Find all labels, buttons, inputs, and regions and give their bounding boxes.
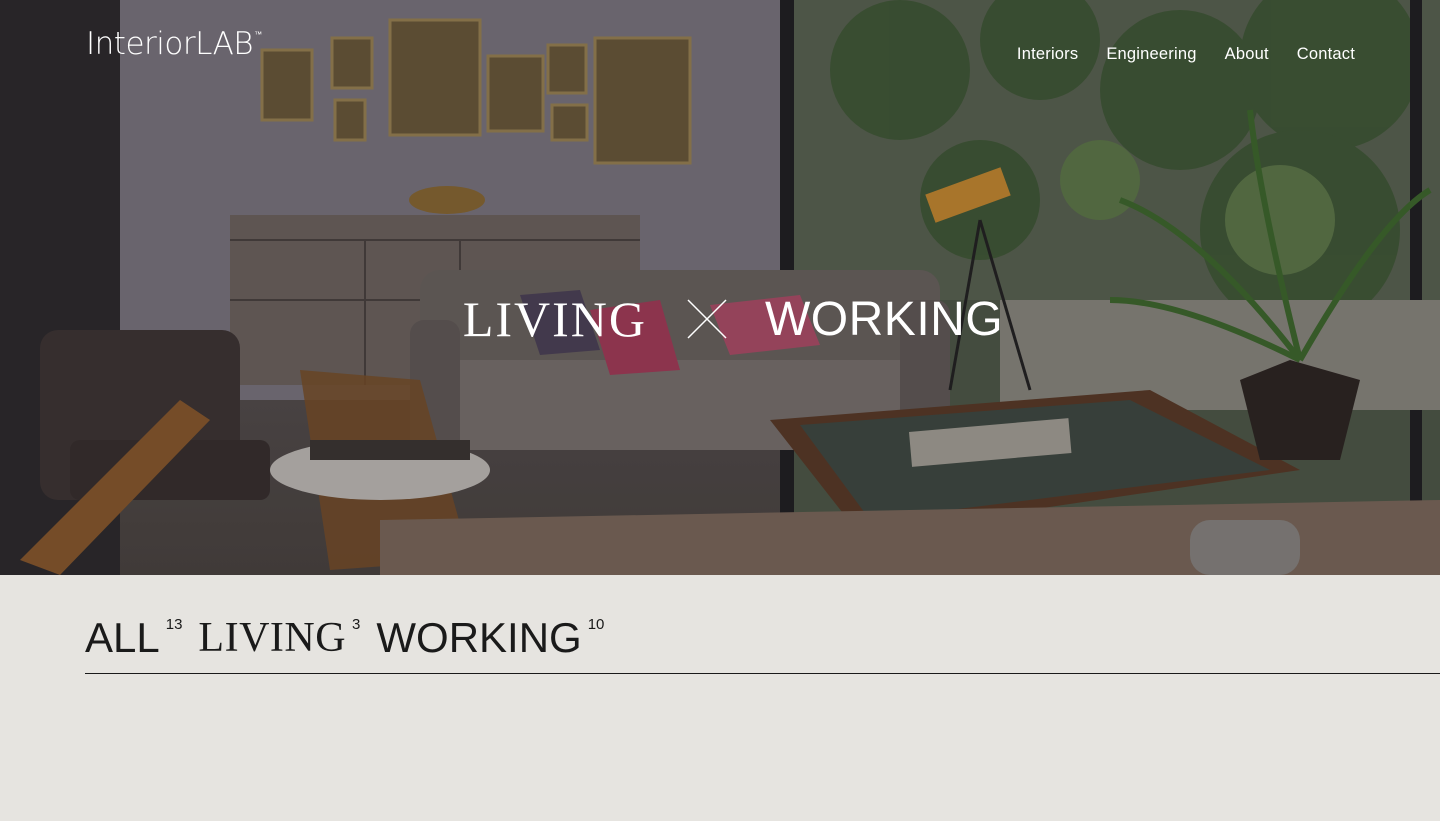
- trademark-mark: ™: [254, 30, 262, 39]
- hero-title-working: WORKING: [765, 292, 1004, 346]
- nav-link-about[interactable]: About: [1225, 45, 1269, 64]
- nav-link-engineering[interactable]: Engineering: [1106, 45, 1196, 64]
- hero-overlay: [0, 0, 1440, 575]
- x-cross-icon: [687, 299, 727, 339]
- filter-all-count: 13: [165, 616, 183, 633]
- filter-living-count: 3: [352, 616, 361, 633]
- nav-link-interiors[interactable]: Interiors: [1017, 45, 1078, 64]
- hero-title: LIVING WORKING: [0, 290, 1440, 348]
- filter-working-count: 10: [587, 616, 605, 633]
- filter-all-label: ALL: [85, 614, 160, 661]
- site-logo[interactable]: InteriorLAB™: [86, 26, 262, 62]
- filter-living[interactable]: LIVING 3: [198, 612, 360, 664]
- filter-living-label: LIVING: [198, 615, 347, 661]
- logo-text: InteriorLAB: [86, 26, 254, 62]
- filter-working-label: WORKING: [376, 614, 582, 661]
- main-nav: Interiors Engineering About Contact: [1017, 45, 1355, 64]
- filter-divider: [85, 673, 1440, 674]
- filter-all[interactable]: ALL 13: [85, 612, 182, 664]
- nav-link-contact[interactable]: Contact: [1297, 45, 1355, 64]
- category-filter: ALL 13 LIVING 3 WORKING 10: [85, 612, 620, 664]
- hero-title-living: LIVING: [462, 291, 647, 347]
- hero-banner: InteriorLAB™ Interiors Engineering About…: [0, 0, 1440, 575]
- filter-working[interactable]: WORKING 10: [376, 612, 604, 664]
